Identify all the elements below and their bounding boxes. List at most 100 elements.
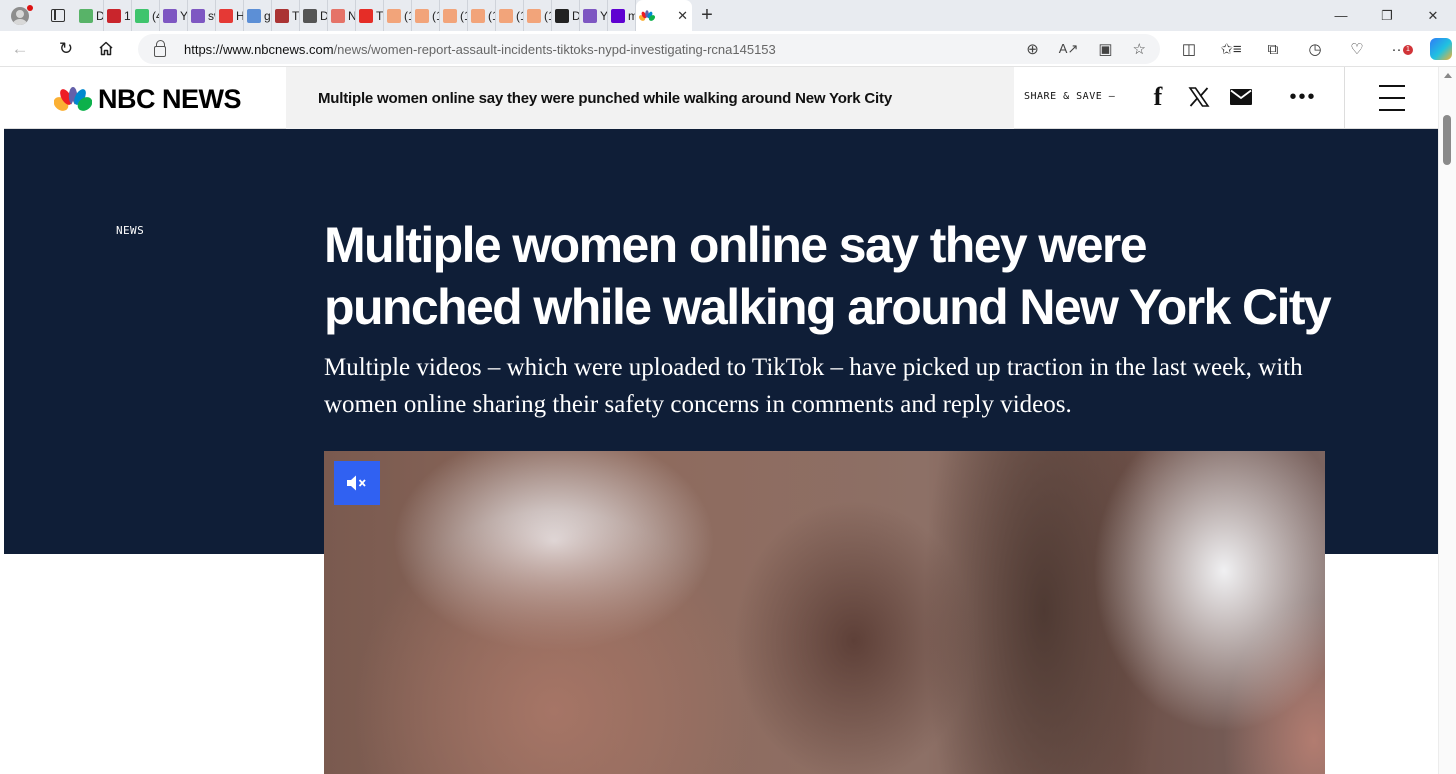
tab-label: Yaho	[600, 8, 607, 23]
browser-tab[interactable]: (100	[524, 0, 552, 31]
browser-tab[interactable]: (100	[468, 0, 496, 31]
tab-actions-icon	[51, 9, 65, 22]
tab-label: The	[292, 8, 299, 23]
favorite-star-icon[interactable]: ☆	[1133, 40, 1146, 58]
address-bar[interactable]: https://www.nbcnews.com/news/women-repor…	[138, 34, 1160, 64]
hamburger-icon	[1378, 97, 1405, 99]
scroll-thumb[interactable]	[1443, 115, 1451, 165]
header-title-box: Multiple women online say they were punc…	[286, 67, 1014, 129]
tab-label: Yaho	[180, 8, 187, 23]
browser-tab[interactable]: swor	[188, 0, 216, 31]
settings-more-button[interactable]: ··· 1	[1378, 31, 1420, 67]
browser-tab[interactable]: (407	[132, 0, 160, 31]
minimize-button[interactable]: —	[1318, 0, 1364, 31]
profile-avatar[interactable]	[0, 0, 40, 31]
bookmark-icon	[387, 8, 401, 23]
scroll-up-arrow-icon[interactable]	[1444, 73, 1452, 78]
tab-actions-button[interactable]	[40, 0, 76, 31]
notification-dot	[27, 5, 33, 11]
close-tab-icon[interactable]: ✕	[677, 8, 688, 24]
unmute-button[interactable]	[334, 461, 380, 505]
split-screen-icon: ◫	[1181, 41, 1197, 58]
collections-button[interactable]: ⧉	[1252, 31, 1294, 67]
dr-icon	[303, 8, 317, 23]
zoom-icon[interactable]: ⊕	[1026, 40, 1039, 58]
bookmark-icon	[443, 8, 457, 23]
bookmark-icon	[471, 8, 485, 23]
browser-tab[interactable]: (100	[496, 0, 524, 31]
immersive-reader-icon[interactable]: ▣	[1098, 40, 1112, 58]
search-icon	[247, 8, 261, 23]
copilot-icon	[1430, 38, 1452, 60]
browser-essentials-button[interactable]: ♡	[1336, 31, 1378, 67]
tab-label: DRU	[320, 9, 327, 23]
split-screen-button[interactable]: ◫	[1168, 31, 1210, 67]
browser-tab[interactable]: Dr. N	[76, 0, 104, 31]
new-tab-button[interactable]: +	[692, 0, 722, 31]
browser-tab[interactable]: DRU	[552, 0, 580, 31]
bi-icon	[107, 8, 121, 23]
section-label[interactable]: NEWS	[116, 224, 144, 237]
share-save-label[interactable]: SHARE & SAVE —	[1024, 91, 1115, 102]
notification-badge: 1	[1403, 45, 1413, 55]
read-aloud-icon[interactable]: A↗	[1059, 41, 1079, 57]
email-share-button[interactable]	[1226, 81, 1256, 113]
tab-label: (407	[152, 8, 159, 23]
nbc-peacock-icon	[639, 9, 655, 21]
arrow-left-icon: ←	[11, 38, 29, 58]
browser-tab[interactable]: New	[328, 0, 356, 31]
browser-tab[interactable]: Yaho	[160, 0, 188, 31]
browser-tab[interactable]: (100	[440, 0, 468, 31]
active-tab[interactable]: ✕	[636, 0, 692, 31]
tab-label: (100	[488, 8, 495, 23]
browser-tab[interactable]: (100	[384, 0, 412, 31]
x-share-button[interactable]	[1184, 81, 1214, 113]
page-scrollbar[interactable]	[1438, 67, 1456, 774]
favorites-button[interactable]: ✩≡	[1210, 31, 1252, 67]
article-dek: Multiple videos – which were uploaded to…	[324, 354, 1303, 418]
browser-tab[interactable]: DRU	[300, 0, 328, 31]
g-icon	[135, 8, 149, 23]
refresh-button[interactable]: ↻	[46, 31, 86, 67]
facebook-share-button[interactable]: f	[1143, 81, 1173, 113]
restore-button[interactable]: ❐	[1364, 0, 1410, 31]
browser-tab-strip: Dr. N 160 (407 Yaho swor Hom getto The DRU New The…	[0, 0, 1456, 31]
browser-tab[interactable]: The	[356, 0, 384, 31]
muted-speaker-icon	[347, 475, 366, 491]
browser-toolbar: ← ↻ https://www.nbcnews.com/news/women-r…	[0, 31, 1456, 67]
site-header: NBC NEWS Multiple women online say they …	[4, 67, 1438, 129]
yahoo-icon	[611, 8, 625, 23]
bookmark-icon	[415, 8, 429, 23]
tab-label: getto	[264, 8, 271, 23]
browser-tab[interactable]: Yaho	[580, 0, 608, 31]
browser-tab[interactable]: The	[272, 0, 300, 31]
browser-tab[interactable]: getto	[244, 0, 272, 31]
more-share-options-button[interactable]: •••	[1288, 81, 1318, 113]
tab-label: (100	[404, 8, 411, 23]
browser-tab[interactable]: 160	[104, 0, 132, 31]
history-button[interactable]: ◷	[1294, 31, 1336, 67]
yahoo-icon	[191, 8, 205, 23]
copilot-button[interactable]	[1420, 31, 1456, 67]
close-window-button[interactable]: ✕	[1410, 0, 1456, 31]
menu-button[interactable]	[1344, 67, 1438, 129]
url-path: /news/women-report-assault-incidents-tik…	[333, 41, 776, 57]
nbc-news-logo[interactable]: NBC NEWS	[54, 84, 242, 115]
tab-list: Dr. N 160 (407 Yaho swor Hom getto The DRU New The…	[76, 0, 636, 31]
lock-icon	[154, 39, 166, 57]
back-button[interactable]: ←	[0, 31, 40, 67]
browser-tab[interactable]: Hom	[216, 0, 244, 31]
yahoo-icon	[583, 8, 597, 23]
tab-label: swor	[208, 8, 215, 23]
video-player[interactable]	[324, 451, 1325, 774]
url-text[interactable]: https://www.nbcnews.com/news/women-repor…	[184, 42, 776, 57]
tab-label: male	[628, 9, 635, 23]
tab-label: DRU	[572, 9, 579, 23]
home-button[interactable]	[86, 31, 126, 67]
r-icon	[331, 8, 345, 23]
browser-tab[interactable]: (100	[412, 0, 440, 31]
nbc-peacock-logo-icon	[54, 86, 92, 112]
browser-tab[interactable]: male	[608, 0, 636, 31]
tab-label: Dr. N	[96, 9, 103, 23]
tab-label: (100	[544, 8, 551, 23]
